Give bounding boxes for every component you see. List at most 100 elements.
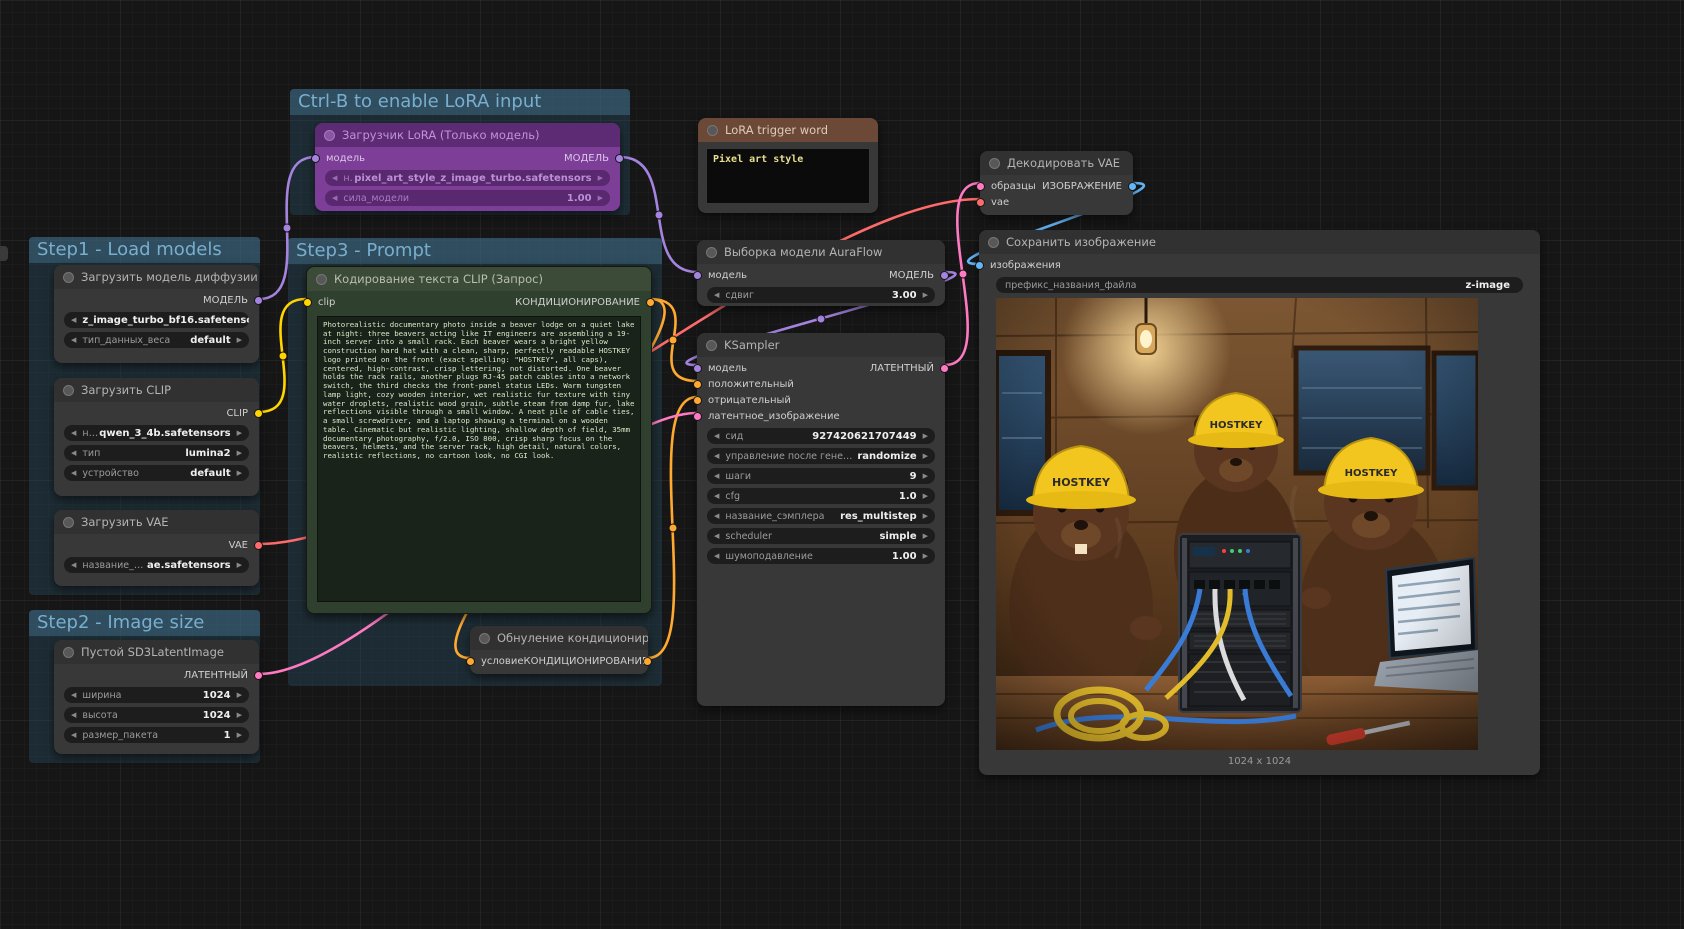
latent-output-port[interactable] <box>254 671 263 680</box>
node-collapse-dot[interactable] <box>316 274 327 285</box>
vae-input-port[interactable] <box>976 198 985 207</box>
node-header[interactable]: KSampler <box>697 333 945 357</box>
clip-input-port[interactable] <box>303 298 312 307</box>
latent-input-port[interactable] <box>693 412 702 421</box>
conditioning-input-port[interactable] <box>466 657 475 666</box>
group-title[interactable]: Step2 - Image size <box>29 610 260 636</box>
left-arrow-icon[interactable]: ◀ <box>71 449 76 457</box>
left-arrow-icon[interactable]: ◀ <box>714 291 719 299</box>
node-auraflow-sampling[interactable]: Выборка модели AuraFlow модельМОДЕЛЬ ◀сд… <box>697 240 945 306</box>
left-arrow-icon[interactable]: ◀ <box>714 432 719 440</box>
node-header[interactable]: Пустой SD3LatentImage <box>54 640 259 664</box>
widget-width[interactable]: ◀ширина1024▶ <box>64 687 249 703</box>
left-arrow-icon[interactable]: ◀ <box>714 512 719 520</box>
node-header[interactable]: Загрузить VAE <box>54 510 259 534</box>
right-arrow-icon[interactable]: ▶ <box>237 336 242 344</box>
vae-output-port[interactable] <box>254 541 263 550</box>
left-arrow-icon[interactable]: ◀ <box>714 492 719 500</box>
right-arrow-icon[interactable]: ▶ <box>237 469 242 477</box>
node-load-diffusion-model[interactable]: Загрузить модель диффузии МОДЕЛЬ ◀z_imag… <box>54 265 259 363</box>
left-arrow-icon[interactable]: ◀ <box>71 691 76 699</box>
widget-vae-name[interactable]: ◀название_vaeae.safetensors▶ <box>64 557 249 573</box>
node-header[interactable]: Сохранить изображение <box>979 230 1540 254</box>
right-arrow-icon[interactable]: ▶ <box>923 472 928 480</box>
widget-weight-dtype[interactable]: ◀тип_данных_весаdefault▶ <box>64 332 249 348</box>
widget-denoise[interactable]: ◀шумоподавление1.00▶ <box>707 548 935 564</box>
group-title[interactable]: Ctrl-B to enable LoRA input <box>290 89 630 115</box>
node-collapse-dot[interactable] <box>324 130 335 141</box>
widget-device[interactable]: ◀устройствоdefault▶ <box>64 465 249 481</box>
node-collapse-dot[interactable] <box>707 125 718 136</box>
right-arrow-icon[interactable]: ▶ <box>237 691 242 699</box>
left-arrow-icon[interactable]: ◀ <box>71 711 76 719</box>
left-arrow-icon[interactable]: ◀ <box>714 552 719 560</box>
node-ksampler[interactable]: KSampler модельЛАТЕНТНЫЙ положительный о… <box>697 333 945 706</box>
right-arrow-icon[interactable]: ▶ <box>237 449 242 457</box>
right-arrow-icon[interactable]: ▶ <box>923 552 928 560</box>
node-collapse-dot[interactable] <box>63 385 74 396</box>
widget-clip-name[interactable]: ◀назван ...qwen_3_4b.safetensors▶ <box>64 425 249 441</box>
positive-input-port[interactable] <box>693 380 702 389</box>
right-arrow-icon[interactable]: ▶ <box>237 731 242 739</box>
node-lora-loader-bypassed[interactable]: Загрузчик LoRA (Только модель) модельМОД… <box>315 123 620 211</box>
node-collapse-dot[interactable] <box>988 237 999 248</box>
node-header[interactable]: Загрузчик LoRA (Только модель) <box>315 123 620 147</box>
node-collapse-dot[interactable] <box>63 647 74 658</box>
widget-scheduler[interactable]: ◀schedulersimple▶ <box>707 528 935 544</box>
left-arrow-icon[interactable]: ◀ <box>71 561 76 569</box>
node-note-lora-trigger[interactable]: LoRA trigger word Pixel art style <box>698 118 878 213</box>
left-arrow-icon[interactable]: ◀ <box>332 194 337 202</box>
images-input-port[interactable] <box>975 261 984 270</box>
left-arrow-icon[interactable]: ◀ <box>71 316 76 324</box>
node-load-vae[interactable]: Загрузить VAE VAE ◀название_vaeae.safete… <box>54 510 259 586</box>
model-output-port[interactable] <box>615 154 624 163</box>
left-arrow-icon[interactable]: ◀ <box>714 532 719 540</box>
note-textarea[interactable]: Pixel art style <box>706 148 870 204</box>
right-arrow-icon[interactable]: ▶ <box>237 711 242 719</box>
left-arrow-icon[interactable]: ◀ <box>71 731 76 739</box>
right-arrow-icon[interactable]: ▶ <box>237 429 242 437</box>
node-header[interactable]: Декодировать VAE <box>980 151 1133 175</box>
left-arrow-icon[interactable]: ◀ <box>71 336 76 344</box>
widget-filename-prefix[interactable]: префикс_названия_файлаz-image <box>996 277 1523 293</box>
latent-output-port[interactable] <box>940 364 949 373</box>
node-header[interactable]: Кодирование текста CLIP (Запрос) <box>307 267 651 291</box>
node-graph-canvas[interactable]: Ctrl-B to enable LoRA input Step1 - Load… <box>0 0 1684 929</box>
left-arrow-icon[interactable]: ◀ <box>332 174 337 182</box>
node-collapse-dot[interactable] <box>63 517 74 528</box>
node-save-image[interactable]: Сохранить изображение изображения префик… <box>979 230 1540 775</box>
left-arrow-icon[interactable]: ◀ <box>71 469 76 477</box>
image-output-port[interactable] <box>1128 182 1137 191</box>
group-title[interactable]: Step3 - Prompt <box>288 238 662 264</box>
node-clip-text-encode[interactable]: Кодирование текста CLIP (Запрос) clipКОН… <box>306 266 652 614</box>
node-vae-decode[interactable]: Декодировать VAE образцыИЗОБРАЖЕНИЕ vae <box>980 151 1133 215</box>
widget-cfg[interactable]: ◀cfg1.0▶ <box>707 488 935 504</box>
right-arrow-icon[interactable]: ▶ <box>923 532 928 540</box>
model-output-port[interactable] <box>940 271 949 280</box>
right-arrow-icon[interactable]: ▶ <box>923 291 928 299</box>
node-conditioning-zero-out[interactable]: Обнуление кондициониро... условиеКОНДИЦИ… <box>470 626 648 674</box>
widget-shift[interactable]: ◀сдвиг3.00▶ <box>707 287 935 303</box>
right-arrow-icon[interactable]: ▶ <box>237 561 242 569</box>
left-arrow-icon[interactable]: ◀ <box>714 452 719 460</box>
widget-model-name[interactable]: ◀z_image_turbo_bf16.safetensors▶ <box>64 312 249 328</box>
samples-input-port[interactable] <box>976 182 985 191</box>
right-arrow-icon[interactable]: ▶ <box>598 194 603 202</box>
model-output-port[interactable] <box>254 296 263 305</box>
widget-lora-name[interactable]: ◀назван...pixel_art_style_z_image_turbo.… <box>325 170 610 186</box>
right-arrow-icon[interactable]: ▶ <box>923 512 928 520</box>
node-collapse-dot[interactable] <box>706 247 717 258</box>
widget-steps[interactable]: ◀шаги9▶ <box>707 468 935 484</box>
widget-height[interactable]: ◀высота1024▶ <box>64 707 249 723</box>
node-collapse-dot[interactable] <box>479 633 490 644</box>
node-collapse-dot[interactable] <box>63 272 74 283</box>
node-header[interactable]: Обнуление кондициониро... <box>470 626 648 650</box>
widget-strength-model[interactable]: ◀сила_модели1.00▶ <box>325 190 610 206</box>
node-empty-latent[interactable]: Пустой SD3LatentImage ЛАТЕНТНЫЙ ◀ширина1… <box>54 640 259 754</box>
conditioning-output-port[interactable] <box>643 657 652 666</box>
node-header[interactable]: LoRA trigger word <box>698 118 878 142</box>
widget-sampler-name[interactable]: ◀название_сэмплераres_multistep▶ <box>707 508 935 524</box>
node-header[interactable]: Выборка модели AuraFlow <box>697 240 945 264</box>
right-arrow-icon[interactable]: ▶ <box>598 174 603 182</box>
negative-input-port[interactable] <box>693 396 702 405</box>
